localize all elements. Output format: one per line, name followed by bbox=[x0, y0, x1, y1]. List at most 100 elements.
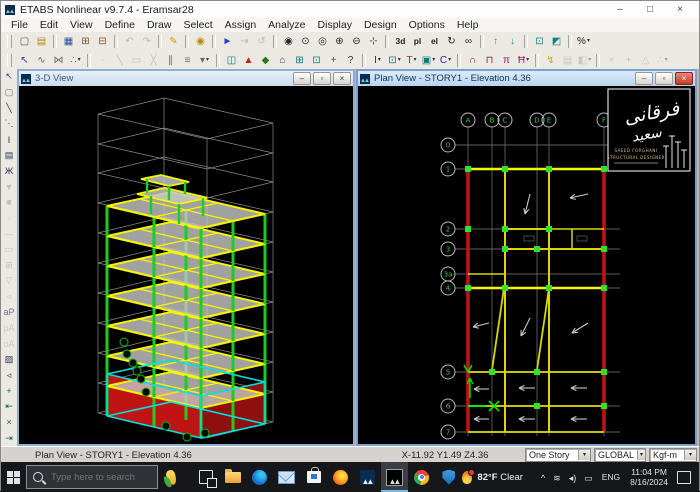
shear-wall[interactable] bbox=[466, 169, 470, 432]
microsoft-store-taskbar-button[interactable] bbox=[300, 462, 327, 492]
rotate-3d-view-button[interactable]: ↻ bbox=[444, 33, 460, 50]
lock-model-button[interactable]: ◉ bbox=[193, 33, 209, 50]
back-tool-button[interactable]: ◃ bbox=[2, 289, 16, 304]
defender-taskbar-button[interactable] bbox=[435, 462, 462, 492]
select-poly-button[interactable]: ▢ bbox=[2, 85, 16, 100]
close-button[interactable]: × bbox=[665, 1, 695, 18]
column-point[interactable] bbox=[502, 246, 508, 252]
fill-tool-button[interactable]: ■ bbox=[2, 195, 16, 210]
firefox-taskbar-button[interactable] bbox=[327, 462, 354, 492]
menu-help[interactable]: Help bbox=[451, 19, 485, 31]
context-help-button[interactable]: ? bbox=[343, 52, 359, 69]
zoom-out-button[interactable]: ⊖ bbox=[349, 33, 365, 50]
draw-area-grid-button[interactable]: ⊞ bbox=[292, 52, 308, 69]
plan-view-titlebar[interactable]: Plan View - STORY1 - Elevation 4.36 – ▫ … bbox=[358, 71, 695, 86]
draw-quick-frame-button[interactable]: ▭ bbox=[129, 52, 145, 69]
menu-select[interactable]: Select bbox=[177, 19, 218, 31]
column-point[interactable] bbox=[489, 369, 495, 375]
elevation-view-button[interactable]: el bbox=[427, 33, 443, 50]
deck-section-dropdown-button[interactable]: ▣▾ bbox=[421, 52, 437, 69]
draw-opening-button[interactable]: Ħ▾ bbox=[516, 52, 532, 69]
draw-line-button[interactable]: ╲ bbox=[2, 101, 16, 116]
column-point[interactable] bbox=[465, 285, 471, 291]
next-point-button[interactable]: ⇥ bbox=[2, 431, 16, 446]
column-point[interactable] bbox=[601, 246, 607, 252]
print-graphics-button[interactable]: ⊞ bbox=[78, 33, 94, 50]
3d-view-canvas[interactable] bbox=[19, 86, 353, 444]
paste-button[interactable]: △ bbox=[638, 52, 654, 69]
draw-column-button[interactable]: I bbox=[2, 132, 16, 147]
draw-panel-button[interactable]: ▤ bbox=[2, 148, 16, 163]
move-down-in-list-button[interactable]: ↓ bbox=[505, 33, 521, 50]
column-point[interactable] bbox=[534, 369, 540, 375]
etabs-model-taskbar-button[interactable] bbox=[354, 462, 381, 492]
point-assign-tool-button[interactable]: pA bbox=[2, 321, 16, 336]
notification-center-icon[interactable] bbox=[677, 471, 691, 484]
dash-tool-button[interactable]: — bbox=[2, 227, 16, 242]
run-static-pushover-button[interactable]: ↺ bbox=[254, 33, 270, 50]
hidden-icons-caret-icon[interactable]: ^ bbox=[537, 473, 549, 483]
column-point[interactable] bbox=[601, 369, 607, 375]
draw-ramp-button[interactable]: ⊓ bbox=[482, 52, 498, 69]
menu-edit[interactable]: Edit bbox=[34, 19, 64, 31]
story-mode-select[interactable]: One Story▾ bbox=[525, 448, 591, 462]
edge-taskbar-button[interactable] bbox=[246, 462, 273, 492]
units-select[interactable]: Kgf-m▾ bbox=[649, 448, 697, 462]
select-pointer-button[interactable]: ↖ bbox=[17, 52, 33, 69]
column-point[interactable] bbox=[546, 285, 552, 291]
redo-button[interactable]: ↷ bbox=[139, 33, 155, 50]
show-deformed-shape-button[interactable]: ↯ bbox=[543, 52, 559, 69]
rubber-band-zoom-button[interactable]: ◉ bbox=[281, 33, 297, 50]
area-assign-tool-button[interactable]: oA bbox=[2, 336, 16, 351]
menu-options[interactable]: Options bbox=[403, 19, 451, 31]
perspective-toggle-button[interactable]: ∞ bbox=[461, 33, 477, 50]
menu-analyze[interactable]: Analyze bbox=[262, 19, 311, 31]
refresh-window-button[interactable]: ✎ bbox=[166, 33, 182, 50]
task-view-taskbar-button[interactable] bbox=[192, 462, 219, 492]
assign-point-tool-button[interactable]: aP bbox=[2, 305, 16, 320]
first-point-button[interactable]: ⇤ bbox=[2, 399, 16, 414]
column-point[interactable] bbox=[546, 226, 552, 232]
3d-view-titlebar[interactable]: 3-D View – ▫ × bbox=[19, 71, 353, 86]
slab-section-dropdown-button[interactable]: T▾ bbox=[404, 52, 420, 69]
delete-point-button[interactable]: × bbox=[2, 415, 16, 430]
grid-tool-button[interactable]: ⊞ bbox=[2, 258, 16, 273]
run-analysis-button[interactable]: ► bbox=[220, 33, 236, 50]
wifi-icon[interactable]: ≋ bbox=[549, 473, 565, 483]
run-construction-sequence-button[interactable]: ⇥ bbox=[237, 33, 253, 50]
mail-taskbar-button[interactable] bbox=[273, 462, 300, 492]
menu-assign[interactable]: Assign bbox=[219, 19, 263, 31]
3d-close-button[interactable]: × bbox=[333, 72, 351, 85]
assign-shortcut-button[interactable]: %▾ bbox=[576, 33, 592, 50]
more-draw-tools-button[interactable]: ▾▾ bbox=[197, 52, 213, 69]
new-model-button[interactable]: ▢ bbox=[17, 33, 33, 50]
save-model-button[interactable]: ▦ bbox=[61, 33, 77, 50]
pan-button[interactable]: ⊹ bbox=[366, 33, 382, 50]
column-point[interactable] bbox=[601, 403, 607, 409]
menu-view[interactable]: View bbox=[64, 19, 99, 31]
concrete-section-dropdown-button[interactable]: C▾ bbox=[438, 52, 454, 69]
column-point[interactable] bbox=[534, 246, 540, 252]
list-objects-button[interactable]: ≡ bbox=[180, 52, 196, 69]
weather-flame-icon[interactable] bbox=[462, 471, 472, 484]
plan-view-button[interactable]: pl bbox=[410, 33, 426, 50]
taskbar-search[interactable] bbox=[26, 465, 158, 489]
pause-draw-button[interactable]: ∥ bbox=[163, 52, 179, 69]
select-intersecting-line-button[interactable]: ⋈ bbox=[51, 52, 67, 69]
draw-joint-button[interactable]: · bbox=[95, 52, 111, 69]
previous-zoom-button[interactable]: ◎ bbox=[315, 33, 331, 50]
coord-system-select[interactable]: GLOBAL▾ bbox=[594, 448, 646, 462]
plan-flag-button[interactable]: ▲ bbox=[241, 52, 257, 69]
column-point[interactable] bbox=[465, 166, 471, 172]
menu-draw[interactable]: Draw bbox=[141, 19, 178, 31]
clock[interactable]: 11:04 PM 8/16/2024 bbox=[625, 467, 673, 487]
pointer-tool-button[interactable]: ↖ bbox=[2, 70, 16, 85]
draw-wall-stack-button[interactable]: ∩ bbox=[465, 52, 481, 69]
zoom-in-button[interactable]: ⊕ bbox=[332, 33, 348, 50]
column-point[interactable] bbox=[534, 403, 540, 409]
print-tables-button[interactable]: ⊟ bbox=[95, 33, 111, 50]
cut-button[interactable]: × bbox=[604, 52, 620, 69]
point-tool-button[interactable]: ▫ bbox=[2, 211, 16, 226]
draw-brace-button[interactable]: ╳ bbox=[146, 52, 162, 69]
wall-section-dropdown-button[interactable]: ⊡▾ bbox=[387, 52, 403, 69]
